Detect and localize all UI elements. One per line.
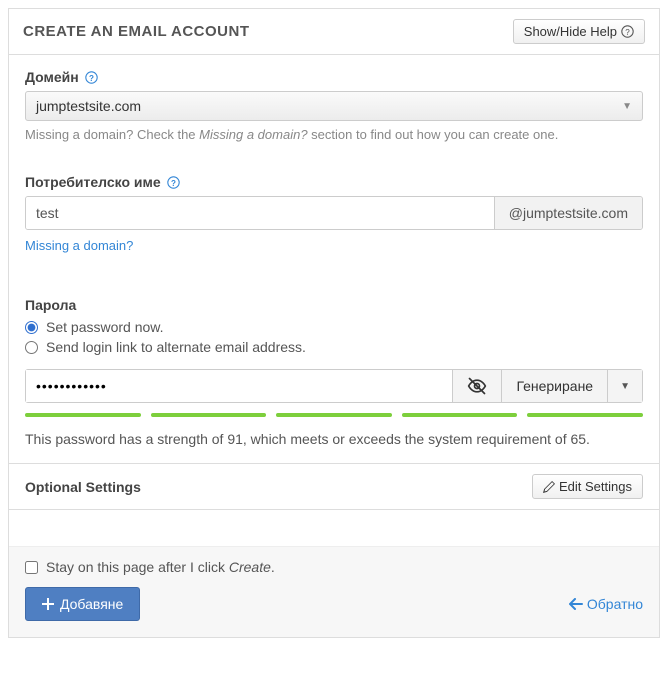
optional-settings-label: Optional Settings bbox=[25, 479, 141, 495]
domain-section: Домейн ? jumptestsite.com ▼ Missing a do… bbox=[9, 55, 659, 142]
password-radio-now[interactable] bbox=[25, 321, 38, 334]
svg-text:?: ? bbox=[89, 73, 94, 82]
help-icon[interactable]: ? bbox=[85, 71, 98, 84]
panel-header: CREATE AN EMAIL ACCOUNT Show/Hide Help ? bbox=[9, 9, 659, 55]
stay-on-page-row[interactable]: Stay on this page after I click Create. bbox=[9, 547, 659, 587]
arrow-left-icon bbox=[569, 598, 583, 610]
password-input[interactable] bbox=[26, 370, 452, 402]
help-icon: ? bbox=[621, 25, 634, 38]
show-hide-help-button[interactable]: Show/Hide Help ? bbox=[513, 19, 645, 44]
svg-text:?: ? bbox=[625, 28, 630, 37]
username-domain-suffix: @jumptestsite.com bbox=[494, 197, 642, 229]
plus-icon bbox=[42, 598, 54, 610]
help-icon[interactable]: ? bbox=[167, 176, 180, 189]
password-label: Парола bbox=[25, 297, 76, 313]
back-link[interactable]: Обратно bbox=[569, 596, 643, 612]
generate-password-dropdown[interactable]: ▼ bbox=[607, 370, 642, 402]
domain-select[interactable]: jumptestsite.com ▼ bbox=[25, 91, 643, 121]
password-option-now[interactable]: Set password now. bbox=[25, 319, 643, 335]
generate-password-button[interactable]: Генериране bbox=[501, 370, 607, 402]
missing-domain-link[interactable]: Missing a domain? bbox=[25, 238, 133, 253]
username-section: Потребителско име ? @jumptestsite.com Mi… bbox=[9, 160, 659, 253]
password-radio-link[interactable] bbox=[25, 341, 38, 354]
domain-hint: Missing a domain? Check the Missing a do… bbox=[25, 127, 643, 142]
eye-off-icon bbox=[467, 376, 487, 396]
edit-settings-button[interactable]: Edit Settings bbox=[532, 474, 643, 499]
username-label: Потребителско име bbox=[25, 174, 161, 190]
toggle-password-visibility-button[interactable] bbox=[452, 370, 501, 402]
chevron-down-icon: ▼ bbox=[620, 381, 630, 392]
page-title: CREATE AN EMAIL ACCOUNT bbox=[23, 23, 250, 40]
strength-segment bbox=[527, 413, 643, 417]
username-input[interactable] bbox=[26, 197, 494, 229]
password-strength-bar bbox=[25, 413, 643, 417]
domain-selected-value: jumptestsite.com bbox=[36, 98, 141, 114]
spacer bbox=[9, 510, 659, 546]
strength-segment bbox=[402, 413, 518, 417]
create-email-panel: CREATE AN EMAIL ACCOUNT Show/Hide Help ?… bbox=[8, 8, 660, 638]
optional-settings-row: Optional Settings Edit Settings bbox=[9, 463, 659, 510]
add-button[interactable]: Добавяне bbox=[25, 587, 140, 621]
chevron-down-icon: ▼ bbox=[622, 101, 632, 112]
stay-on-page-checkbox[interactable] bbox=[25, 561, 38, 574]
strength-segment bbox=[276, 413, 392, 417]
password-section: Парола Set password now. Send login link… bbox=[9, 283, 659, 463]
password-strength-text: This password has a strength of 91, whic… bbox=[25, 431, 643, 463]
footer-area: Stay on this page after I click Create. … bbox=[9, 546, 659, 637]
strength-segment bbox=[151, 413, 267, 417]
domain-label: Домейн bbox=[25, 69, 79, 85]
strength-segment bbox=[25, 413, 141, 417]
stay-on-page-label: Stay on this page after I click Create. bbox=[46, 559, 275, 575]
password-option-link[interactable]: Send login link to alternate email addre… bbox=[25, 339, 643, 355]
pencil-icon bbox=[543, 481, 555, 493]
svg-text:?: ? bbox=[171, 178, 176, 187]
